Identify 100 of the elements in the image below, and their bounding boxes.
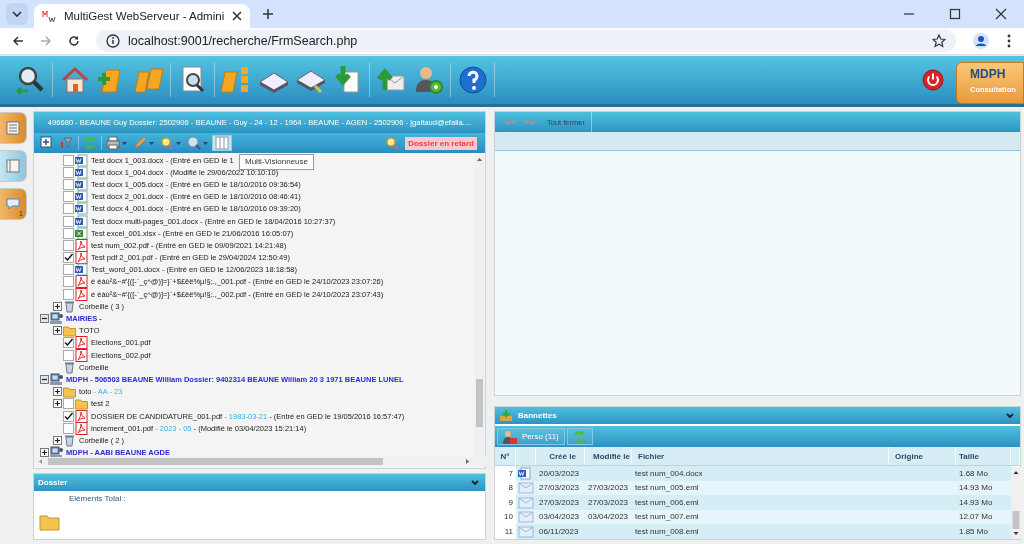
checkbox[interactable] [63, 239, 74, 251]
table-cell-text: 27/03/2023 [587, 483, 630, 493]
table-cell: 9 [495, 495, 516, 510]
browser-tab[interactable]: MultiGest WebServeur - Admini [34, 4, 251, 28]
book-icon [6, 159, 20, 173]
pdf-file-icon [75, 287, 88, 301]
table-cell-text: 14.93 Mo [958, 497, 994, 507]
expander-icon[interactable] [52, 301, 62, 311]
word-document-icon [75, 190, 88, 204]
column-header[interactable]: Origine [889, 447, 956, 465]
checkbox[interactable] [63, 276, 74, 288]
folder-icon [75, 397, 88, 411]
checkbox[interactable] [63, 422, 74, 434]
computer-user-icon [50, 312, 63, 326]
panel-title: Bannettes [518, 411, 558, 420]
back-arrow-icon[interactable] [12, 35, 24, 47]
expander-icon[interactable] [52, 399, 62, 409]
checkbox[interactable] [63, 166, 74, 178]
table-cell-text: 12.07 Mo [958, 512, 994, 522]
word-document-icon [75, 165, 88, 179]
toolbar-button[interactable] [104, 135, 129, 151]
expander-icon[interactable] [39, 374, 49, 384]
side-tab[interactable] [0, 112, 27, 144]
table-cell-text: test num_004.docx [634, 468, 704, 478]
computer-user-icon [50, 446, 63, 457]
word-document-icon [75, 263, 88, 277]
column-header[interactable]: Modifié le [585, 447, 632, 465]
checkbox[interactable] [63, 337, 74, 349]
expander-icon[interactable] [39, 314, 49, 324]
power-icon[interactable] [922, 69, 944, 91]
table-cell-text: test num_005.eml [634, 483, 700, 493]
site-info-icon[interactable] [106, 34, 120, 48]
refresh-icon [83, 136, 97, 150]
expander-icon[interactable] [52, 435, 62, 445]
menu-icon[interactable] [1006, 34, 1012, 48]
checkbox[interactable] [63, 264, 74, 276]
checkbox[interactable] [63, 288, 74, 300]
pdf-file-icon [75, 336, 88, 350]
toolbar-button[interactable] [185, 135, 210, 151]
expander-icon[interactable] [52, 387, 62, 397]
table-cell-text: 27/03/2023 [587, 497, 630, 507]
side-tab[interactable] [0, 150, 27, 182]
expander-icon[interactable] [52, 326, 62, 336]
maximize-icon[interactable] [949, 8, 961, 20]
tooltip: Multi-Visionneuse [239, 154, 314, 170]
column-header[interactable]: Fichier [632, 447, 889, 465]
pdf-file-icon [75, 421, 88, 435]
horizontal-scrollbar[interactable] [36, 457, 486, 466]
chevron-down-icon[interactable] [471, 479, 479, 486]
refresh-icon [572, 429, 587, 444]
address-bar[interactable]: localhost:9001/recherche/FrmSearch.php [96, 30, 956, 52]
new-tab-icon[interactable] [262, 8, 275, 20]
close-icon[interactable] [995, 8, 1007, 20]
checkbox[interactable] [63, 410, 74, 422]
chevron-down-icon[interactable] [1006, 412, 1014, 419]
table-cell-text: 27/03/2023 [538, 497, 581, 507]
checkbox[interactable] [63, 227, 74, 239]
spreadsheet-icon [75, 226, 88, 240]
columns-icon [215, 136, 229, 150]
checkbox[interactable] [63, 154, 74, 166]
checkbox[interactable] [63, 398, 74, 410]
dropdown-caret-icon [176, 141, 181, 145]
toolbar-button[interactable] [158, 135, 183, 151]
help-icon [456, 64, 489, 96]
tab-list-icon[interactable] [6, 3, 28, 25]
folder-icon [63, 324, 76, 338]
table-cell-text: test num_007.eml [634, 512, 700, 522]
pdf-file-icon [75, 409, 88, 423]
word-document-icon [518, 466, 534, 480]
star-icon[interactable] [932, 34, 946, 48]
panel-title: Dossier [38, 478, 69, 487]
search-icon[interactable] [385, 136, 400, 150]
user-document-icon [503, 429, 517, 444]
word-document-icon [75, 214, 88, 228]
trash-bin-icon [63, 299, 76, 313]
expander-icon[interactable] [39, 448, 49, 457]
checkbox[interactable] [63, 349, 74, 361]
vertical-scrollbar[interactable] [1011, 467, 1021, 539]
column-header[interactable]: Taille [956, 447, 1011, 465]
checkbox[interactable] [63, 252, 74, 264]
column-header[interactable]: Créé le [536, 447, 585, 465]
checkbox[interactable] [63, 178, 74, 190]
table-cell-text: 14.93 Mo [958, 483, 994, 493]
pdf-file-icon [75, 238, 88, 252]
checkbox[interactable] [63, 215, 74, 227]
checkbox[interactable] [63, 191, 74, 203]
forward-arrow-icon[interactable] [40, 35, 52, 47]
table-cell: 7 [495, 466, 516, 481]
table-cell-text: 1.68 Mo [958, 468, 989, 478]
dropdown-caret-icon [122, 141, 127, 145]
profile-avatar-icon[interactable] [972, 32, 990, 50]
word-document-icon [75, 177, 88, 191]
table-cell-text: test num_008.eml [634, 526, 700, 536]
printer-icon [106, 136, 120, 150]
reload-icon[interactable] [68, 35, 80, 47]
filter-icon [60, 136, 74, 150]
checkbox[interactable] [63, 203, 74, 215]
close-icon[interactable] [232, 11, 243, 21]
computer-user-icon [50, 372, 63, 386]
table-cell-text: 06/11/2023 [538, 526, 580, 536]
